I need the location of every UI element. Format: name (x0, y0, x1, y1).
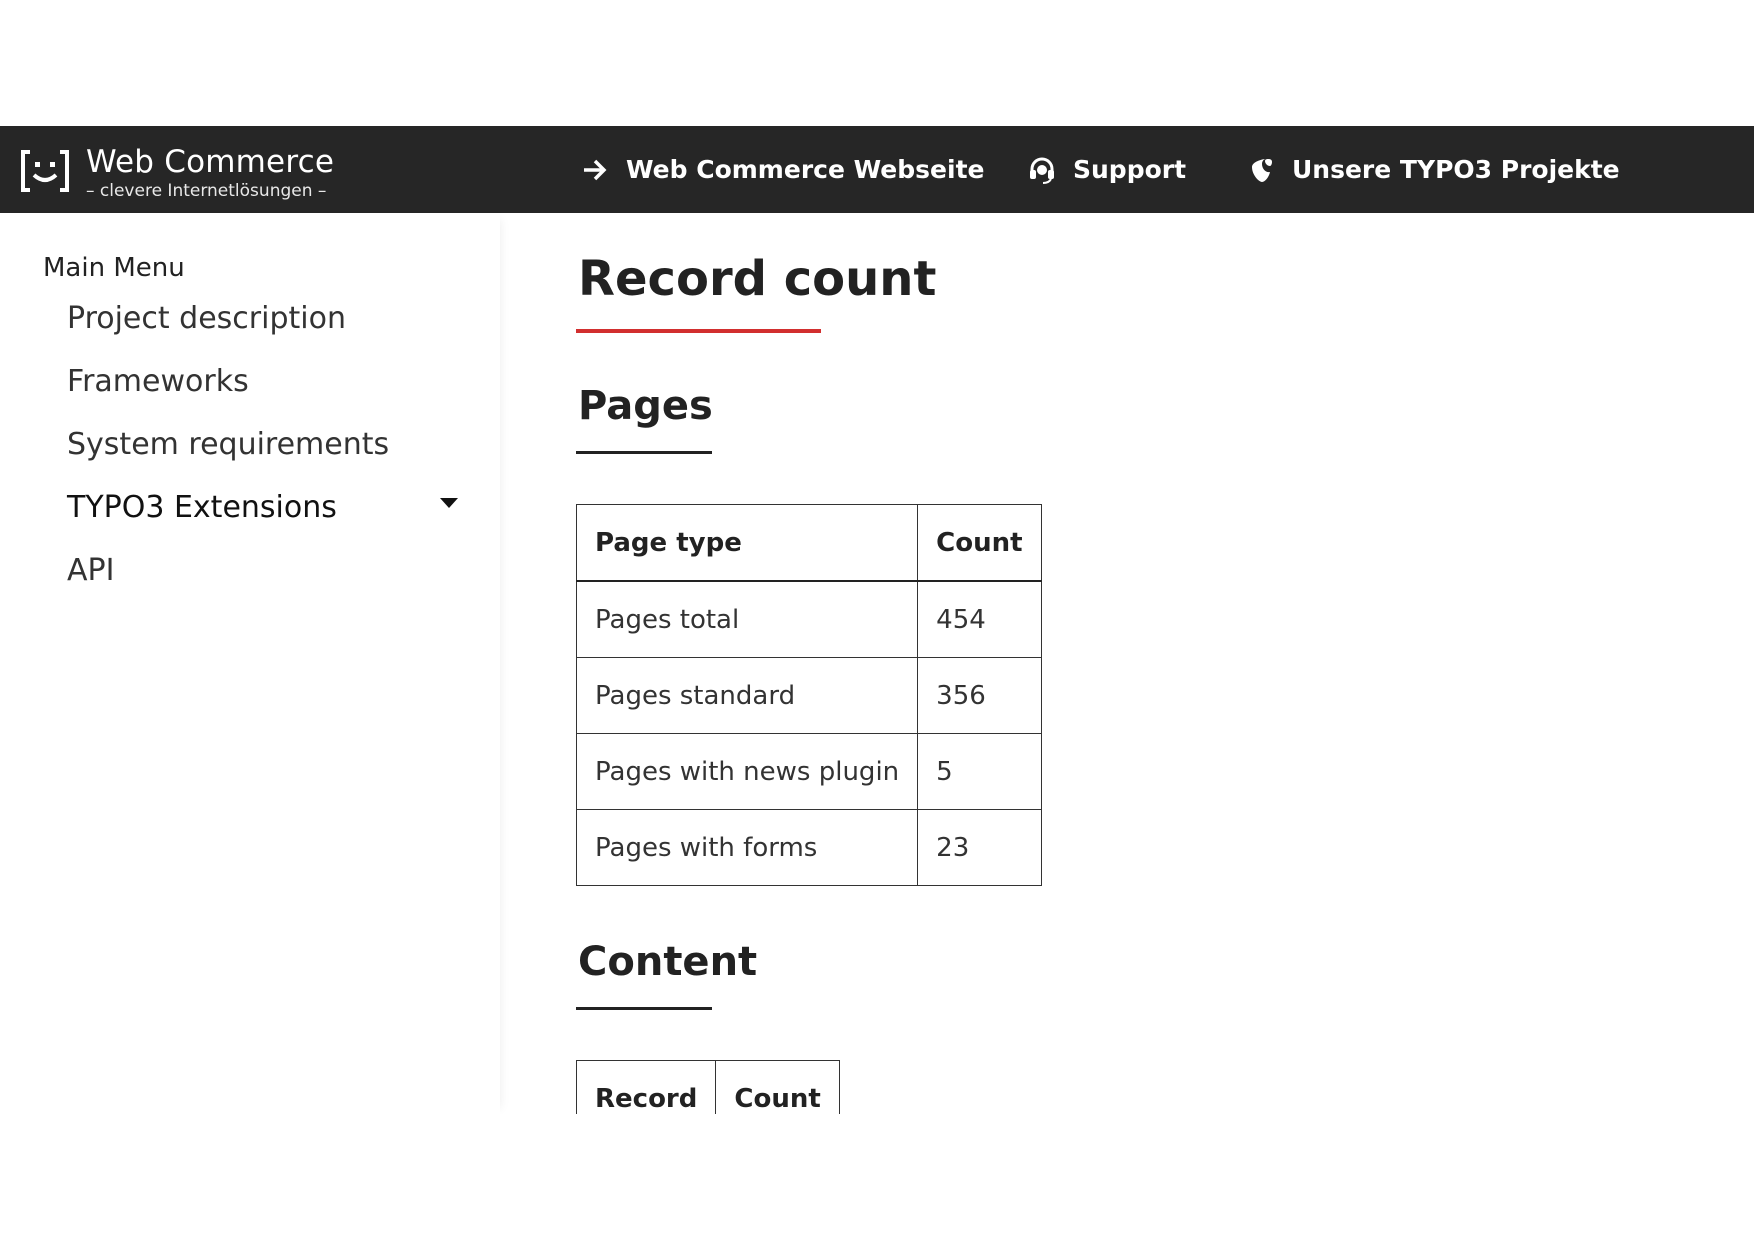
table-cell-count: 5 (917, 733, 1042, 810)
table-header-row: Record Count (575, 1060, 840, 1114)
content-table: Record Count (575, 1060, 840, 1114)
sidebar-item-frameworks[interactable]: Frameworks (67, 364, 249, 399)
page-viewport: Web Commerce – clevere Internetlösungen … (0, 0, 1754, 1114)
column-header-record: Record (575, 1060, 717, 1114)
table-cell-page-type: Pages standard (575, 657, 919, 734)
logo-subtitle: – clevere Internetlösungen – (86, 181, 327, 201)
title-underline (576, 329, 821, 333)
sidebar-item-typo3-extensions[interactable]: TYPO3 Extensions (67, 490, 337, 525)
column-header-page-type: Page type (575, 504, 919, 582)
nav-link-label: Support (1073, 155, 1187, 184)
table-row: Pages with news plugin 5 (575, 733, 1042, 810)
pages-heading: Pages (578, 383, 713, 429)
table-row: Pages total 454 (575, 580, 1042, 658)
table-cell-page-type: Pages with forms (575, 809, 919, 886)
table-row: Pages standard 356 (575, 657, 1042, 734)
content-heading-underline (576, 1007, 712, 1010)
table-cell-page-type: Pages total (575, 580, 919, 658)
main-menu-heading: Main Menu (43, 253, 185, 283)
nav-link-label: Unsere TYPO3 Projekte (1292, 155, 1620, 184)
nav-link-label: Web Commerce Webseite (626, 155, 985, 184)
table-row: Pages with forms 23 (575, 809, 1042, 886)
typo3-icon (1252, 158, 1272, 182)
logo-title: Web Commerce (86, 144, 335, 180)
arrow-right-icon (584, 159, 607, 180)
nav-link-typo3-projekte[interactable]: Unsere TYPO3 Projekte (1246, 126, 1620, 213)
nav-link-support[interactable]: Support (1027, 126, 1186, 213)
column-header-count: Count (715, 1060, 840, 1114)
table-cell-count: 454 (917, 580, 1042, 658)
column-header-count: Count (917, 504, 1042, 582)
table-cell-page-type: Pages with news plugin (575, 733, 919, 810)
pages-heading-underline (576, 451, 712, 454)
table-cell-count: 356 (917, 657, 1042, 734)
sidebar-item-system-requirements[interactable]: System requirements (67, 427, 389, 462)
content-heading: Content (578, 939, 758, 985)
page-title: Record count (578, 251, 937, 307)
smiley-logo-icon (21, 150, 69, 192)
chevron-down-icon[interactable] (440, 498, 458, 508)
sidebar-item-project-description[interactable]: Project description (67, 301, 346, 336)
pages-table: Page type Count Pages total 454 Pages st… (575, 504, 1042, 886)
table-header-row: Page type Count (575, 504, 1042, 582)
table-cell-count: 23 (917, 809, 1042, 886)
sidebar-item-api[interactable]: API (67, 553, 114, 588)
top-navigation-bar: Web Commerce – clevere Internetlösungen … (0, 126, 1754, 213)
headset-icon (1030, 157, 1054, 184)
nav-link-web-commerce-webseite[interactable]: Web Commerce Webseite (580, 126, 984, 213)
sidebar-main-menu: Main Menu Project description Frameworks… (0, 213, 500, 1114)
